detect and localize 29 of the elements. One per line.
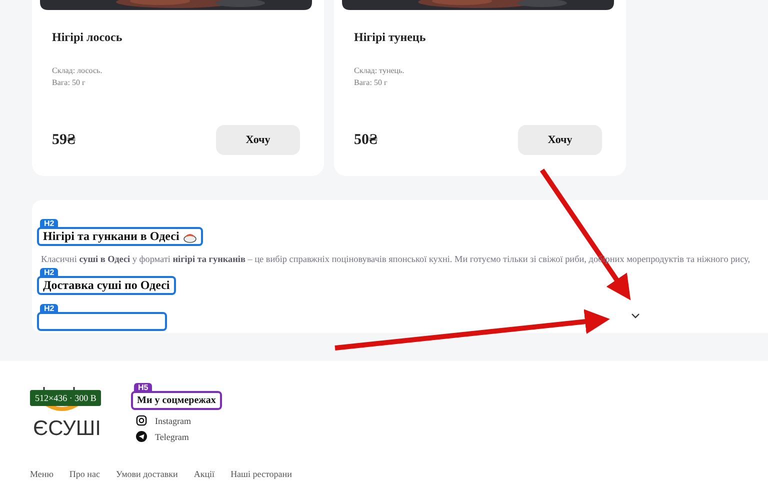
chevron-down-icon[interactable] (631, 313, 640, 319)
heading-tag-label: H2 (40, 219, 58, 228)
instagram-icon (136, 415, 147, 426)
footer-nav-link[interactable]: Про нас (69, 469, 100, 480)
product-name: Нігірі тунець (354, 30, 427, 45)
social-link[interactable]: Instagram (136, 415, 191, 426)
heading-tag-label: H2 (40, 268, 58, 277)
want-button[interactable]: Хочу (518, 125, 602, 155)
section-heading: Доставка суші по Одесі (43, 278, 170, 293)
heading-tag-label: H2 (40, 304, 58, 313)
product-name: Нігірі лосось (52, 30, 124, 45)
footer-nav-link[interactable]: Акції (194, 469, 215, 480)
product-price: 59₴ (52, 132, 76, 148)
want-button[interactable]: Хочу (216, 125, 300, 155)
image-size-label: 512×436 · 300 B (30, 390, 102, 406)
social-link[interactable]: Telegram (136, 431, 189, 442)
product-weight: Вага: 50 г (354, 77, 388, 89)
telegram-icon (136, 431, 147, 442)
social-heading: Ми у соцмережах (137, 395, 216, 406)
product-composition: Склад: лосось. (52, 65, 104, 77)
product-price: 50₴ (354, 132, 378, 148)
footer-nav-link[interactable]: Меню (30, 469, 54, 480)
product-weight: Вага: 50 г (52, 77, 86, 89)
section-heading: Нігірі та гункани в Одесі (43, 229, 180, 244)
product-composition: Склад: тунець. (354, 65, 406, 77)
footer-nav-link[interactable]: Умови доставки (116, 469, 178, 480)
footer-nav-link[interactable]: Наші ресторани (230, 469, 292, 480)
logo-text[interactable]: ЄСУШІ (33, 417, 101, 441)
heading-tag-label: H5 (134, 383, 152, 392)
